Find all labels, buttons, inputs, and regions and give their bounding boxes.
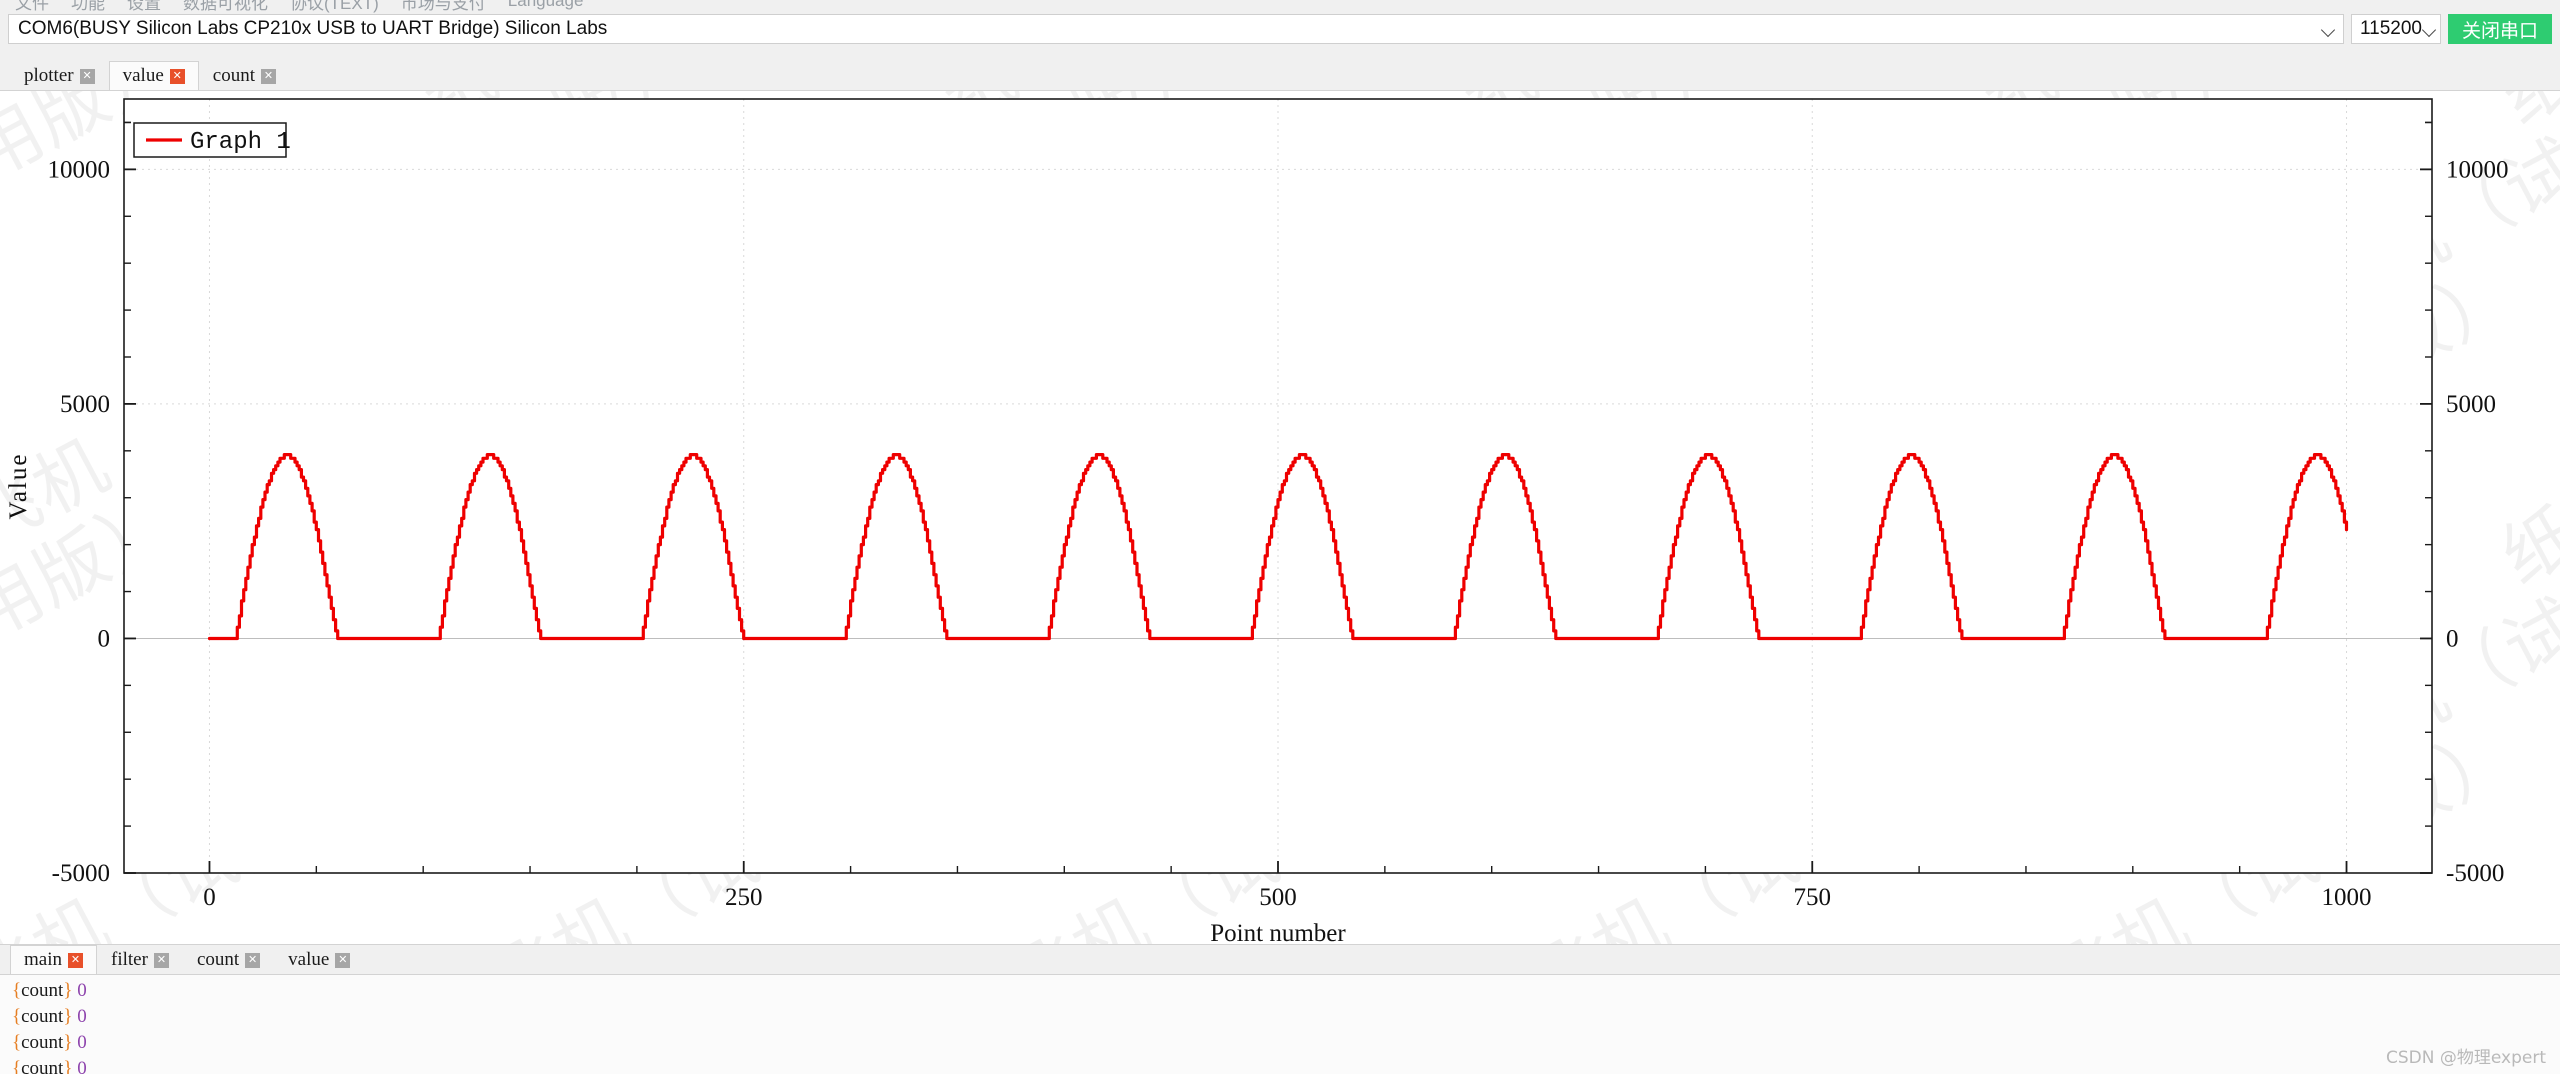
chevron-down-icon — [2321, 21, 2337, 37]
log-tab-filter-label: filter — [111, 949, 148, 970]
menu-item-market[interactable]: 市场与支付 — [390, 0, 497, 14]
app-window: 文件 功能 设置 数据可视化 协议(TEXT) 市场与支付 Language C… — [0, 0, 2560, 1074]
x-axis-tick-label: 1000 — [2322, 884, 2372, 911]
close-icon[interactable]: ✕ — [245, 952, 261, 968]
x-axis-title: Point number — [1210, 920, 1346, 944]
x-axis-tick-label: 500 — [1259, 884, 1297, 911]
log-key: count — [21, 1006, 64, 1027]
log-brace-open: { — [12, 1058, 22, 1074]
tab-value[interactable]: value ✕ — [108, 61, 199, 90]
log-line: {count} 0 — [12, 1004, 2560, 1030]
log-panel: main ✕ filter ✕ count ✕ value ✕ {count} … — [0, 944, 2560, 1074]
log-tab-strip: main ✕ filter ✕ count ✕ value ✕ — [0, 945, 2560, 975]
log-line: {count} 0 — [12, 978, 2560, 1004]
tab-value-label: value — [122, 65, 164, 86]
chevron-down-icon — [2422, 21, 2438, 37]
log-line: {count} 0 — [12, 1030, 2560, 1056]
tab-plotter[interactable]: plotter ✕ — [10, 61, 109, 90]
serial-port-value: COM6(BUSY Silicon Labs CP210x USB to UAR… — [18, 18, 608, 39]
log-tab-main[interactable]: main ✕ — [10, 945, 97, 974]
menu-item-protocol[interactable]: 协议(TEXT) — [279, 0, 390, 14]
baud-rate-select[interactable]: 115200 — [2350, 14, 2441, 44]
log-tab-value[interactable]: value ✕ — [274, 945, 365, 974]
y-axis-title: Value — [5, 453, 32, 520]
close-icon[interactable]: ✕ — [169, 68, 185, 84]
log-brace-open: { — [12, 980, 22, 1001]
chart-svg: -5000 -5000 0 0 5000 5000 10000 10000 0 250 500 750… — [5, 98, 2509, 944]
menu-bar: 文件 功能 设置 数据可视化 协议(TEXT) 市场与支付 Language — [0, 0, 2560, 14]
close-icon[interactable]: ✕ — [335, 952, 351, 968]
close-icon[interactable]: ✕ — [68, 952, 83, 968]
log-key: count — [21, 1058, 64, 1074]
log-brace-open: { — [12, 1032, 22, 1053]
serial-port-select[interactable]: COM6(BUSY Silicon Labs CP210x USB to UAR… — [8, 14, 2344, 44]
connection-toolbar: COM6(BUSY Silicon Labs CP210x USB to UAR… — [0, 12, 2560, 46]
log-tab-filter[interactable]: filter ✕ — [97, 945, 183, 974]
tab-count-label: count — [212, 65, 255, 86]
log-key: count — [21, 980, 64, 1001]
log-brace-open: { — [12, 1006, 22, 1027]
y-axis-tick-label: 10000 — [48, 156, 111, 183]
y-axis-tick-label: 0 — [98, 625, 111, 652]
baud-rate-value: 115200 — [2359, 18, 2422, 39]
menu-item-language[interactable]: Language — [497, 0, 595, 11]
log-value: 0 — [72, 1006, 87, 1027]
log-value: 0 — [72, 1058, 87, 1074]
legend-label-graph-1: Graph 1 — [190, 129, 291, 156]
tab-count[interactable]: count ✕ — [198, 61, 290, 90]
log-tab-count-label: count — [196, 949, 240, 970]
log-output[interactable]: {count} 0 {count} 0 {count} 0 {count} 0 — [0, 975, 2560, 1074]
x-axis-tick-label: 250 — [725, 884, 763, 911]
tab-plotter-label: plotter — [24, 65, 74, 86]
y-axis-tick-label: -5000 — [52, 860, 110, 887]
y2-axis-tick-label: 0 — [2446, 625, 2459, 652]
plot-tab-strip: plotter ✕ value ✕ count ✕ — [0, 61, 2560, 91]
log-tab-count[interactable]: count ✕ — [182, 945, 275, 974]
close-icon[interactable]: ✕ — [260, 68, 276, 84]
close-icon[interactable]: ✕ — [79, 68, 95, 84]
x-axis-tick-label: 0 — [203, 884, 216, 911]
plot-canvas[interactable]: 纸飞机（试用版）纸飞机（试用版）纸飞机（试用版）纸飞机（试用版）纸飞机（试用版）… — [0, 91, 2560, 944]
menu-item-settings[interactable]: 设置 — [116, 0, 172, 14]
log-value: 0 — [72, 1032, 87, 1053]
log-line: {count} 0 — [12, 1056, 2560, 1074]
menu-item-file[interactable]: 文件 — [4, 0, 60, 14]
log-key: count — [21, 1032, 64, 1053]
y-axis-tick-label: 5000 — [60, 391, 110, 418]
y2-axis-tick-label: -5000 — [2446, 860, 2504, 887]
menu-item-visualization[interactable]: 数据可视化 — [172, 0, 279, 14]
log-tab-main-label: main — [24, 949, 62, 970]
menu-item-function[interactable]: 功能 — [60, 0, 116, 14]
log-tab-value-label: value — [288, 949, 330, 970]
y2-axis-tick-label: 10000 — [2446, 156, 2509, 183]
credit-watermark: CSDN @物理expert — [2386, 1048, 2546, 1068]
close-serial-port-button[interactable]: 关闭串口 — [2447, 14, 2552, 44]
log-value: 0 — [72, 980, 87, 1001]
x-axis-tick-label: 750 — [1794, 884, 1832, 911]
close-icon[interactable]: ✕ — [153, 952, 169, 968]
y2-axis-tick-label: 5000 — [2446, 391, 2496, 418]
